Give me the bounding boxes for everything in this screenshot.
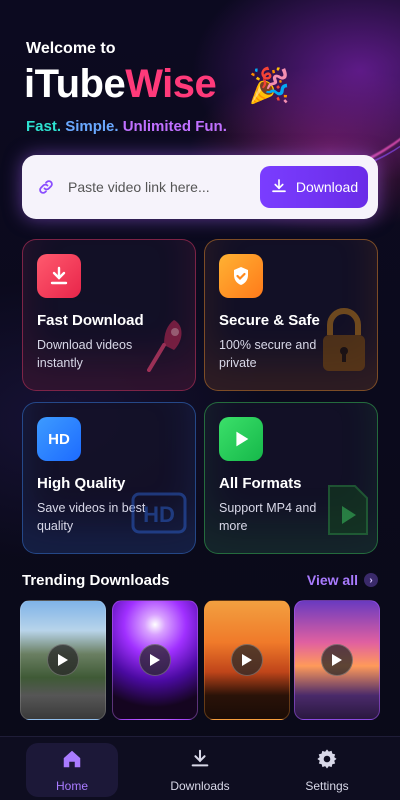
video-file-icon <box>325 482 371 543</box>
hd-icon: HD <box>37 417 81 461</box>
nav-label: Downloads <box>170 778 230 793</box>
feature-description: Download videos instantly <box>37 338 133 370</box>
feature-title: Secure & Safe <box>219 312 320 329</box>
app-logo-text: iTubeWise <box>24 62 217 107</box>
section-title: Trending Downloads <box>22 572 170 589</box>
svg-text:HD: HD <box>143 502 175 527</box>
feature-card-fast-download[interactable]: Fast Download Download videos instantly <box>22 239 196 391</box>
trending-video-thumbnail[interactable] <box>204 600 290 720</box>
home-icon <box>61 748 83 773</box>
brand-part-2: Wise <box>125 62 217 106</box>
feature-title: All Formats <box>219 475 302 492</box>
tagline-word-3: Unlimited Fun. <box>122 118 227 135</box>
chevron-right-icon: › <box>364 573 378 587</box>
download-icon <box>37 254 81 298</box>
feature-card-high-quality[interactable]: HD High Quality Save videos in best qual… <box>22 402 196 554</box>
padlock-icon <box>317 305 371 380</box>
download-icon <box>189 748 211 773</box>
shield-icon <box>219 254 263 298</box>
feature-title: Fast Download <box>37 312 144 329</box>
hd-watermark-icon: HD <box>129 488 189 543</box>
play-icon[interactable] <box>321 644 353 676</box>
feature-description: Support MP4 and more <box>219 501 317 533</box>
play-icon[interactable] <box>231 644 263 676</box>
feature-card-all-formats[interactable]: All Formats Support MP4 and more <box>204 402 378 554</box>
rocket-icon <box>139 315 189 380</box>
download-button-label: Download <box>295 179 359 195</box>
welcome-text: Welcome to <box>26 40 116 57</box>
trending-video-thumbnail[interactable] <box>112 600 198 720</box>
feature-card-secure-safe[interactable]: Secure & Safe 100% secure and private <box>204 239 378 391</box>
trending-video-thumbnail[interactable] <box>20 600 106 720</box>
trending-video-thumbnail[interactable] <box>294 600 380 720</box>
nav-item-downloads[interactable]: Downloads <box>154 743 246 797</box>
play-icon[interactable] <box>139 644 171 676</box>
tagline-word-1: Fast. <box>26 118 62 135</box>
feature-description: 100% secure and private <box>219 338 317 370</box>
link-icon <box>36 177 56 197</box>
party-popper-icon: 🎉 <box>248 67 291 105</box>
download-button[interactable]: Download <box>260 166 368 208</box>
nav-item-home[interactable]: Home <box>26 743 118 797</box>
url-search-bar: Download <box>22 155 378 219</box>
view-all-link[interactable]: View all › <box>307 572 378 588</box>
download-icon <box>270 177 288 198</box>
tagline-word-2: Simple. <box>65 118 119 135</box>
nav-label: Home <box>55 778 88 793</box>
feature-title: High Quality <box>37 475 126 492</box>
bottom-navigation: Home Downloads Settings <box>0 736 400 800</box>
video-link-input[interactable] <box>68 179 260 195</box>
brand-part-1: iTube <box>24 62 126 106</box>
play-icon <box>219 417 263 461</box>
tagline: Fast. Simple. Unlimited Fun. <box>26 118 227 135</box>
play-icon[interactable] <box>47 644 79 676</box>
nav-label: Settings <box>305 778 349 793</box>
view-all-label: View all <box>306 572 358 588</box>
nav-item-settings[interactable]: Settings <box>281 743 373 797</box>
gear-icon <box>316 748 338 773</box>
